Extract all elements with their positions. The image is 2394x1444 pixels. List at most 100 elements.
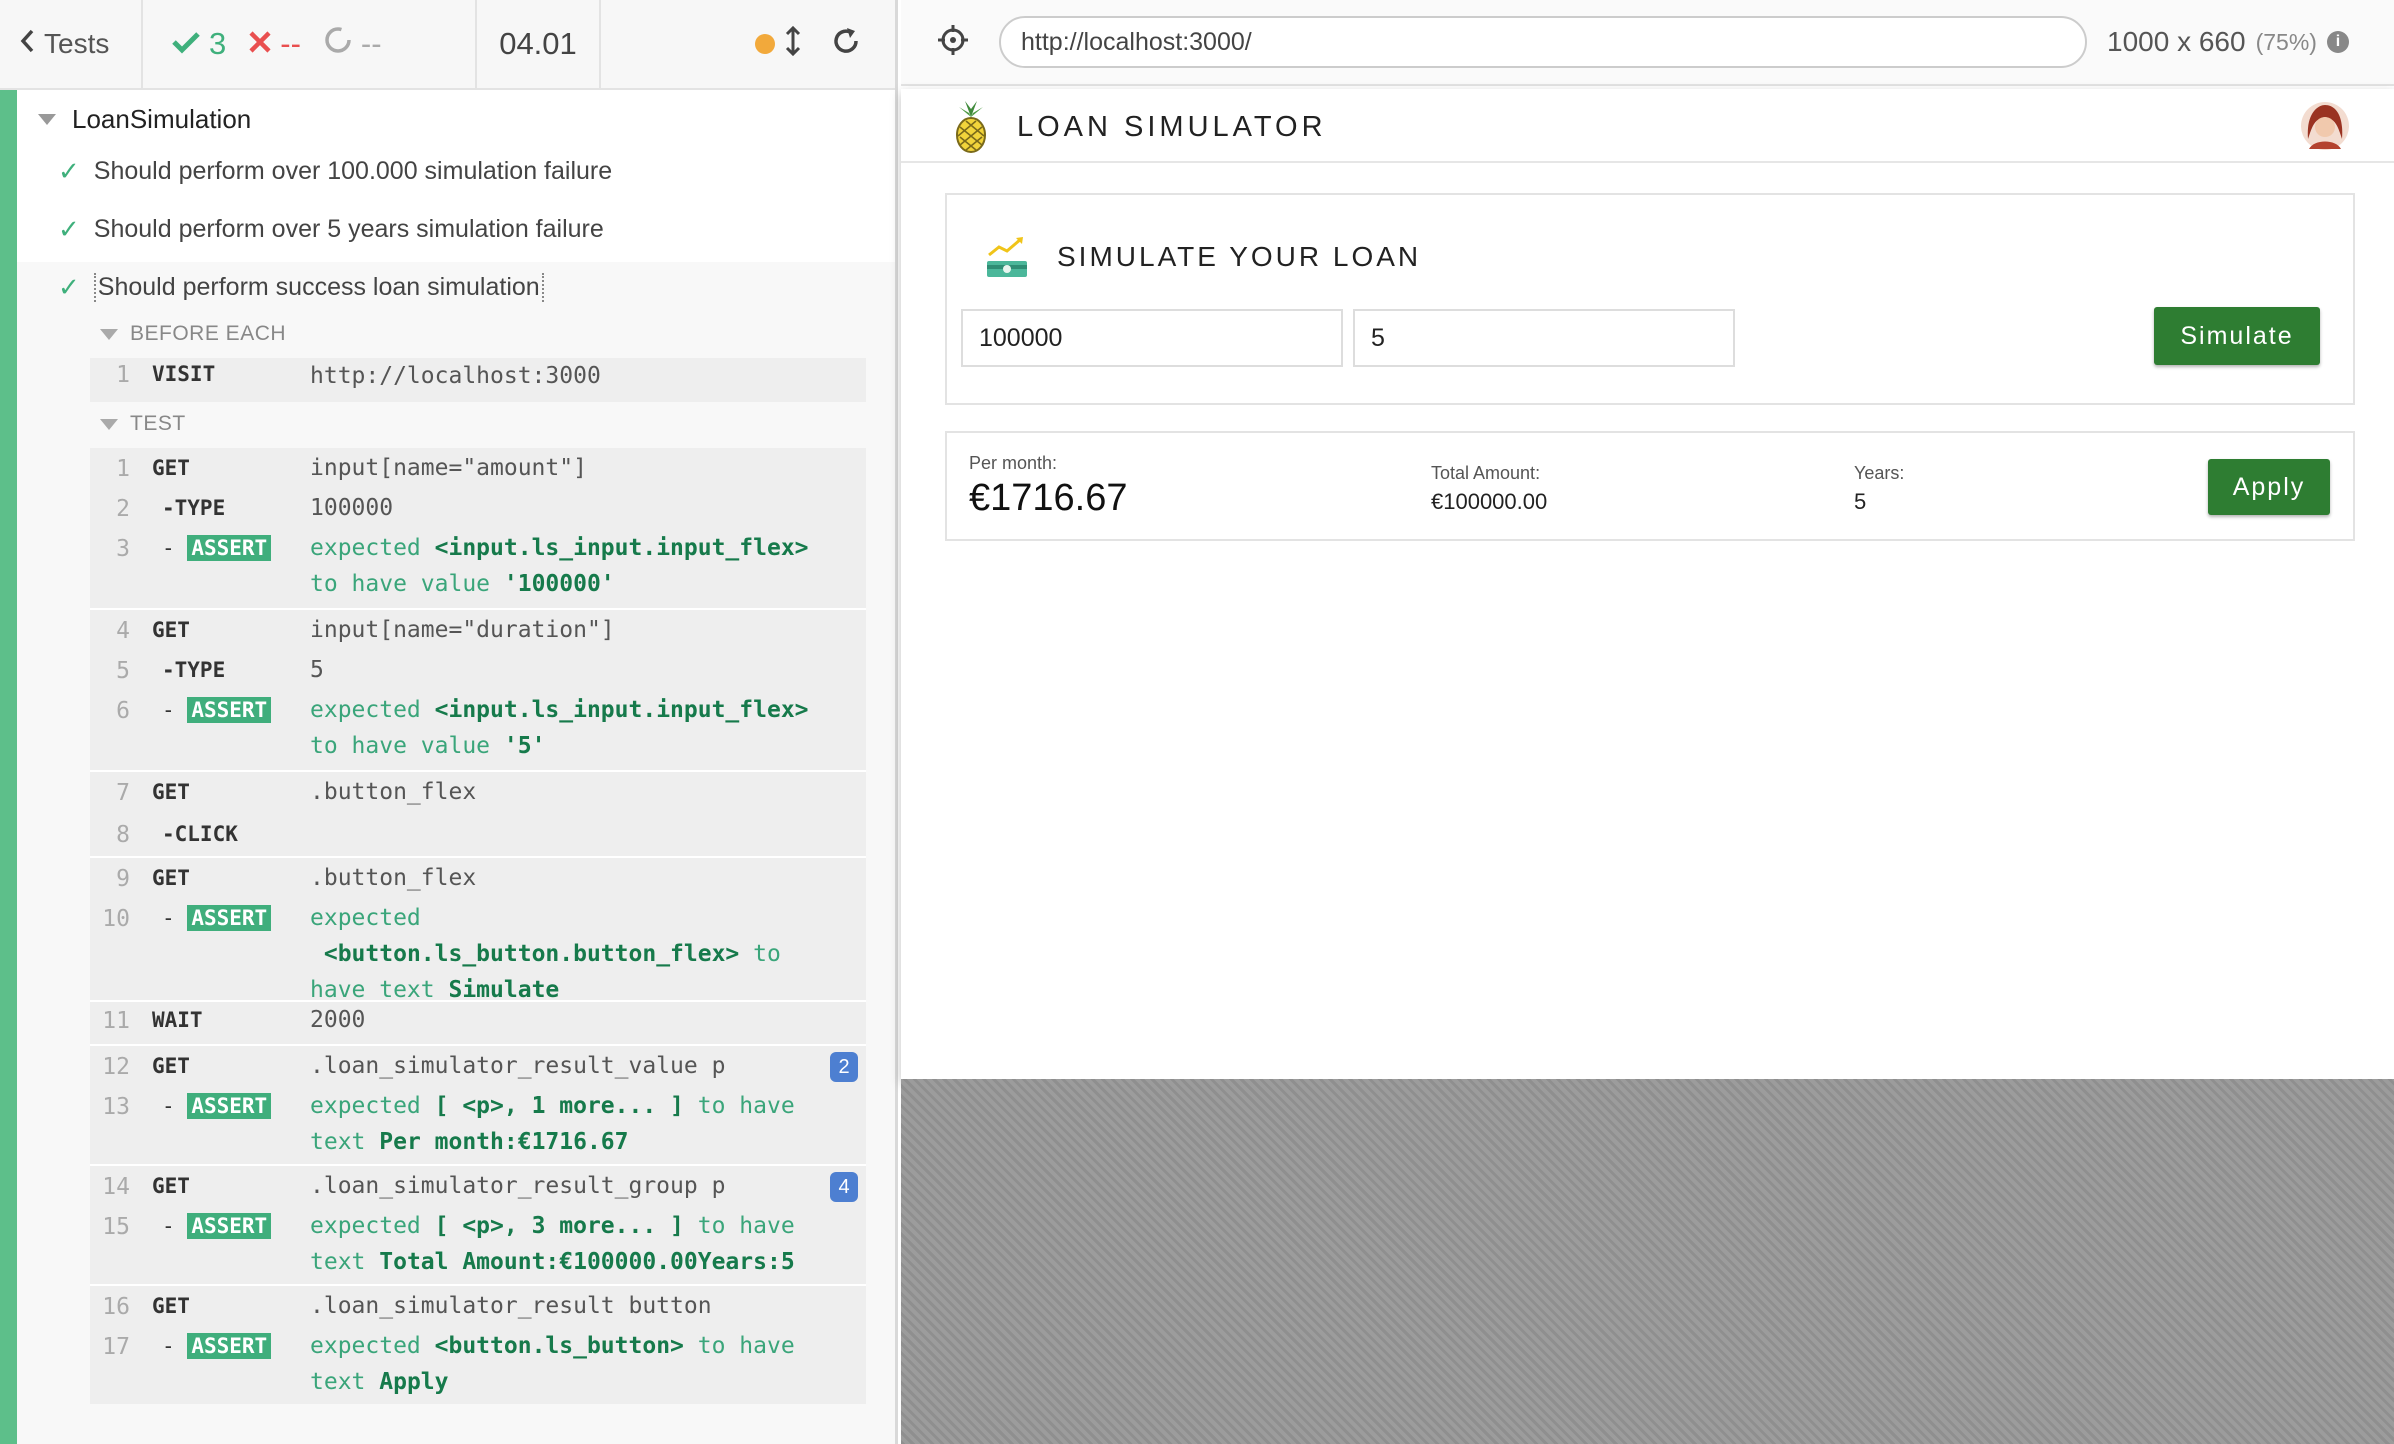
assert-tag: ASSERT <box>187 1333 272 1359</box>
command-number: 7 <box>116 780 130 806</box>
assert-tag: ASSERT <box>187 905 272 931</box>
command-name: - ASSERT <box>162 1333 272 1359</box>
command-name: VISIT <box>152 362 216 386</box>
msg-text: expected <box>310 1093 421 1119</box>
assert-prefix: - <box>162 536 175 560</box>
command-message: .button_flex <box>310 865 477 891</box>
command-number: 16 <box>102 1294 130 1320</box>
command-message: expected <input.ls_input.input_flex> to h… <box>310 692 830 764</box>
command-name: - ASSERT <box>162 1093 272 1119</box>
amount-input[interactable]: 100000 <box>961 309 1343 367</box>
restart-icon[interactable] <box>831 26 861 63</box>
msg-text: expected <box>310 697 421 723</box>
command-message: input[name="amount"] <box>310 455 587 481</box>
command-name: GET <box>152 866 190 890</box>
selector-playground-crosshair-icon[interactable] <box>937 24 969 61</box>
caret-down-icon <box>38 114 56 125</box>
pending-count[interactable]: -- <box>323 25 382 63</box>
command-message: .loan_simulator_result_group p <box>310 1173 726 1199</box>
command-number: 10 <box>102 906 130 932</box>
app-title: LOAN SIMULATOR <box>1017 111 1327 143</box>
pineapple-logo-icon <box>951 99 991 158</box>
circle-notch-icon <box>323 25 353 63</box>
info-icon[interactable]: i <box>2326 31 2349 53</box>
assert-prefix: - <box>162 1334 175 1358</box>
app-preview-panel: http://localhost:3000/ 1000 x 660 (75%) … <box>901 0 2394 1444</box>
command-name: - ASSERT <box>162 905 272 931</box>
pending-value: -- <box>360 26 382 61</box>
total-amount-value: €100000.00 <box>1431 489 1548 514</box>
assert-prefix: - <box>162 1094 175 1118</box>
command-number: 15 <box>102 1214 130 1240</box>
msg-subject: <button.ls_button> <box>434 1333 684 1359</box>
msg-value: Apply <box>379 1369 449 1395</box>
msg-text: expected <box>310 905 421 931</box>
command-name: GET <box>152 1054 190 1078</box>
per-month-value: €1716.67 <box>969 477 1128 519</box>
chevron-left-icon <box>20 28 34 60</box>
suite-title[interactable]: LoanSimulation <box>38 104 251 135</box>
hook-test[interactable]: TEST <box>100 412 186 436</box>
msg-subject: <button.ls_button.button_flex> <box>323 941 740 967</box>
assert-prefix: - <box>162 906 175 930</box>
url-bar[interactable]: http://localhost:3000/ <box>999 16 2087 68</box>
command-name: -CLICK <box>162 822 238 846</box>
app-header: LOAN SIMULATOR <box>901 89 2394 163</box>
command-name: -TYPE <box>162 496 226 520</box>
simulate-card: SIMULATE YOUR LOAN 100000 5 Simulate <box>945 193 2355 405</box>
hook-label: BEFORE EACH <box>130 322 287 345</box>
test-item[interactable]: ✓ Should perform over 5 years simulation… <box>58 214 604 245</box>
command-message: input[name="duration"] <box>310 617 615 643</box>
hook-label: TEST <box>130 412 186 435</box>
msg-text: to have <box>697 1333 795 1359</box>
command-message: 100000 <box>310 495 394 521</box>
msg-text: to have value <box>310 571 491 597</box>
command-message: 2000 <box>310 1007 366 1033</box>
command-number: 6 <box>116 698 130 724</box>
msg-value: '100000' <box>503 571 615 597</box>
test-stats: 3 -- -- <box>143 0 477 88</box>
total-amount-label: Total Amount: <box>1431 463 1541 483</box>
duration: 04.01 <box>477 0 601 88</box>
command-group: 1 VISIT http://localhost:3000 <box>90 358 866 402</box>
command-name: GET <box>152 1174 190 1198</box>
command-message: .loan_simulator_result_value p <box>310 1053 726 1079</box>
command-number: 2 <box>116 496 130 522</box>
command-name: - ASSERT <box>162 535 272 561</box>
command-number: 14 <box>102 1174 130 1200</box>
test-reporter-panel: Tests 3 -- -- 04.01 LoanSimulation ✓ Sho… <box>0 0 898 1444</box>
reporter-header: Tests 3 -- -- 04.01 <box>0 0 895 90</box>
command-group: 14 GET .loan_simulator_result_group p 4 … <box>90 1166 866 1284</box>
test-item[interactable]: ✓ Should perform over 100.000 simulation… <box>58 156 612 187</box>
command-message: expected [ <p>, 1 more... ] to have text … <box>310 1088 830 1160</box>
per-month-label: Per month: <box>969 453 1058 473</box>
command-message: .loan_simulator_result button <box>310 1293 712 1319</box>
simulate-button[interactable]: Simulate <box>2154 307 2320 365</box>
command-group: 4 GET input[name="duration"] 5 -TYPE 5 6… <box>90 610 866 770</box>
hook-before-each[interactable]: BEFORE EACH <box>100 322 286 346</box>
reporter-controls <box>601 0 895 88</box>
auto-scroll-toggle[interactable] <box>755 25 801 63</box>
user-avatar[interactable] <box>2300 99 2350 153</box>
test-label: Should perform over 100.000 simulation f… <box>93 157 613 185</box>
command-number: 3 <box>116 536 130 562</box>
running-indicator-icon <box>755 34 775 54</box>
back-to-tests-button[interactable]: Tests <box>0 0 143 88</box>
test-item-active[interactable]: ✓ Should perform success loan simulation <box>58 272 544 303</box>
command-number: 4 <box>116 618 130 644</box>
caret-down-icon <box>100 418 118 430</box>
duration-input[interactable]: 5 <box>1353 309 1735 367</box>
command-name: GET <box>152 618 190 642</box>
msg-text: to have <box>697 1213 795 1239</box>
apply-button[interactable]: Apply <box>2208 459 2330 515</box>
command-name: - ASSERT <box>162 1213 272 1239</box>
checkmark-icon <box>171 26 201 62</box>
command-number: 1 <box>116 362 130 388</box>
check-icon: ✓ <box>58 214 80 244</box>
suite-status-bar <box>0 90 17 1444</box>
msg-text: to <box>753 941 781 967</box>
command-number: 13 <box>102 1094 130 1120</box>
passed-count[interactable]: 3 <box>171 26 226 62</box>
failed-count[interactable]: -- <box>248 26 301 62</box>
command-message: .button_flex <box>310 779 477 805</box>
